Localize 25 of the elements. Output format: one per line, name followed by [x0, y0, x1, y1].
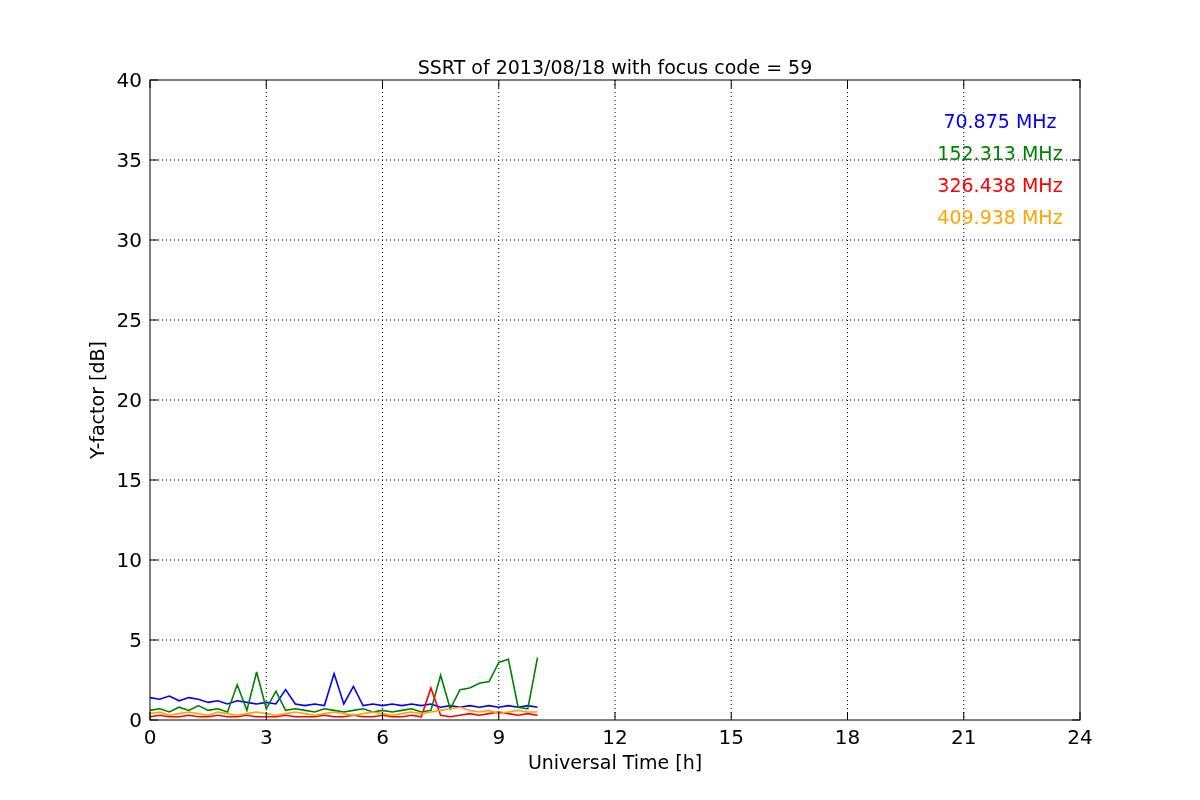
y-tick-label: 5	[129, 628, 142, 652]
y-tick-label: 35	[116, 148, 142, 172]
y-tick-label: 10	[116, 548, 142, 572]
x-tick-label: 0	[143, 725, 157, 749]
y-tick-label: 40	[116, 68, 142, 92]
x-tick-label: 24	[1067, 725, 1093, 749]
x-axis-label: Universal Time [h]	[527, 751, 703, 773]
chart-title: SSRT of 2013/08/18 with focus code = 59	[417, 56, 813, 78]
y-tick-label: 20	[116, 388, 142, 412]
legend-label: 152.313 MHz	[937, 142, 1063, 164]
x-tick-label: 9	[492, 725, 506, 749]
x-tick-label: 12	[602, 725, 628, 749]
y-axis-label: Y-factor [dB]	[86, 341, 108, 459]
x-tick-label: 15	[718, 725, 744, 749]
x-tick-label: 21	[951, 725, 977, 749]
y-tick-label: 30	[116, 228, 142, 252]
legend-label: 409.938 MHz	[937, 206, 1063, 228]
x-tick-label: 18	[834, 725, 861, 749]
x-tick-label: 3	[259, 725, 273, 749]
legend-label: 326.438 MHz	[937, 174, 1063, 196]
legend-label: 70.875 MHz	[943, 110, 1057, 132]
y-tick-label: 25	[116, 308, 142, 332]
x-tick-label: 6	[376, 725, 389, 749]
y-tick-label: 15	[116, 468, 142, 492]
y-tick-label: 0	[129, 708, 142, 732]
